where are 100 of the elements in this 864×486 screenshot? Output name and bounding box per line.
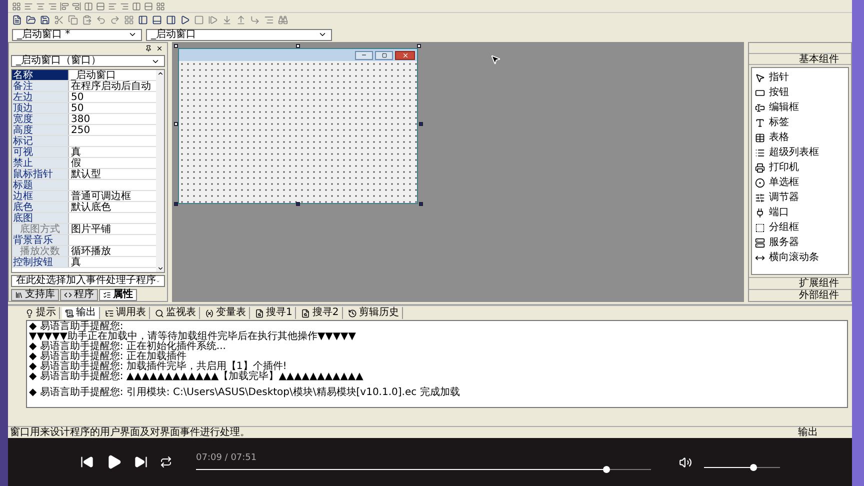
- component-item[interactable]: 分组框: [752, 220, 848, 235]
- toolbar-icon[interactable]: [138, 15, 148, 25]
- resize-handle[interactable]: [417, 44, 421, 48]
- output-tab[interactable]: 输出: [62, 307, 100, 319]
- output-tab[interactable]: 调用表: [102, 307, 150, 319]
- property-name[interactable]: 左边: [12, 92, 68, 102]
- output-tab[interactable]: 提示: [22, 307, 60, 319]
- tab-icon: [301, 308, 310, 318]
- toolbar-icon[interactable]: [12, 15, 22, 25]
- resize-handle[interactable]: [296, 44, 300, 48]
- tab-icon: [155, 308, 164, 318]
- property-name[interactable]: 底图方式: [12, 224, 68, 234]
- component-icon: [755, 222, 765, 232]
- resize-handle[interactable]: [296, 202, 300, 206]
- panel-tab[interactable]: 程序: [60, 289, 98, 301]
- dropdown[interactable]: _启动窗口: [146, 28, 332, 40]
- property-name[interactable]: 标记: [12, 136, 68, 146]
- component-item[interactable]: 单选框: [752, 175, 848, 190]
- component-item[interactable]: 标签: [752, 115, 848, 130]
- component-item[interactable]: 按钮: [752, 85, 848, 100]
- property-name[interactable]: 底图: [12, 213, 68, 223]
- output-tab[interactable]: 搜寻1: [252, 307, 296, 319]
- output-line: ◆ 易语言助手提醒您: ▲▲▲▲▲▲▲▲▲▲▲▲【加载完毕】▲▲▲▲▲▲▲▲▲▲▲: [29, 372, 364, 382]
- pin-icon[interactable]: [145, 44, 152, 52]
- previous-icon[interactable]: [80, 455, 94, 469]
- tab-icon: [103, 291, 111, 299]
- component-icon: [755, 208, 765, 218]
- next-icon[interactable]: [134, 455, 148, 469]
- component-item[interactable]: 横向滚动条: [752, 250, 848, 265]
- property-name[interactable]: 底色: [12, 202, 68, 212]
- output-tab[interactable]: 监视表: [152, 307, 200, 319]
- section-header[interactable]: 外部组件: [749, 289, 851, 301]
- toolbar-icon[interactable]: [40, 15, 50, 25]
- component-item[interactable]: 端口: [752, 205, 848, 220]
- component-icon: [755, 162, 765, 172]
- component-item[interactable]: 打印机: [752, 160, 848, 175]
- component-icon: [755, 132, 765, 142]
- time-label: 07:09 / 07:51: [196, 454, 258, 463]
- component-item[interactable]: 编辑框: [752, 100, 848, 115]
- progress-thumb[interactable]: [602, 466, 610, 473]
- component-icon: [755, 238, 765, 248]
- loop-icon[interactable]: [160, 456, 172, 468]
- resize-handle[interactable]: [174, 202, 178, 206]
- volume-thumb[interactable]: [750, 464, 757, 470]
- tab-icon: [105, 308, 114, 318]
- status-output-label[interactable]: 输出: [798, 428, 850, 438]
- dropdown[interactable]: _启动窗口（窗口）: [11, 55, 165, 67]
- property-name[interactable]: 备注: [12, 81, 68, 91]
- property-name[interactable]: 鼠标指针: [12, 169, 68, 179]
- component-item[interactable]: 调节器: [752, 190, 848, 205]
- property-name[interactable]: 名称: [12, 70, 68, 80]
- toolbar-icon[interactable]: [152, 15, 162, 25]
- close-button[interactable]: [395, 50, 415, 60]
- output-tab[interactable]: 剪辑历史: [344, 307, 403, 319]
- output-tab[interactable]: 搜寻2: [298, 307, 343, 319]
- component-icon: [755, 192, 765, 202]
- component-icon: [755, 178, 765, 188]
- close-icon[interactable]: [156, 44, 163, 52]
- minimize-button[interactable]: [355, 50, 373, 60]
- play-icon[interactable]: [106, 454, 122, 470]
- property-name[interactable]: 播放次数: [12, 246, 68, 256]
- mouse-cursor-icon: [490, 54, 501, 65]
- toolbar-icon[interactable]: [26, 15, 36, 25]
- resize-handle[interactable]: [174, 122, 178, 126]
- property-name[interactable]: 禁止: [12, 158, 68, 168]
- minimize-icon: [361, 52, 367, 58]
- maximize-button[interactable]: [375, 50, 393, 60]
- component-item[interactable]: 指针: [752, 70, 848, 85]
- tab-icon: [348, 308, 357, 318]
- panel-tab[interactable]: 支持库: [11, 289, 59, 301]
- dropdown[interactable]: 在此处选择加入事件处理子程序: [11, 275, 165, 287]
- property-name[interactable]: 可视: [12, 147, 68, 157]
- scroll-up-icon[interactable]: [156, 70, 164, 77]
- volume-icon[interactable]: [679, 456, 692, 468]
- output-tab[interactable]: 变量表: [202, 307, 250, 319]
- tab-icon: [255, 308, 264, 318]
- scrollbar[interactable]: [156, 70, 164, 272]
- property-name[interactable]: 背景音乐: [12, 235, 68, 245]
- output-line: ◆ 易语言助手提醒您: 引用模块: C:\Users\ASUS\Desktop\模块\精易模块[v10.1.0].ec 完成加载: [29, 388, 461, 398]
- resize-handle[interactable]: [419, 122, 423, 126]
- property-name[interactable]: 高度: [12, 125, 68, 135]
- close-icon: [402, 52, 408, 58]
- property-name[interactable]: 边框: [12, 191, 68, 201]
- section-header[interactable]: 扩展组件: [749, 277, 851, 289]
- tab-icon: [64, 291, 72, 299]
- resize-handle[interactable]: [419, 202, 423, 206]
- component-item[interactable]: 超级列表框: [752, 145, 848, 160]
- section-header[interactable]: 基本组件: [749, 53, 851, 65]
- property-name[interactable]: 宽度: [12, 114, 68, 124]
- scroll-down-icon[interactable]: [156, 265, 164, 272]
- toolbar-icon[interactable]: [166, 15, 176, 25]
- panel-tab[interactable]: 属性: [99, 289, 137, 301]
- property-name[interactable]: 顶边: [12, 103, 68, 113]
- component-item[interactable]: 表格: [752, 130, 848, 145]
- output-line: ▼▼▼▼▼助手正在加载中，请等待加载组件完毕后在执行其他操作▼▼▼▼▼: [29, 332, 357, 342]
- component-item[interactable]: 服务器: [752, 235, 848, 250]
- property-name[interactable]: 标题: [12, 180, 68, 190]
- property-name[interactable]: 控制按钮: [12, 257, 68, 267]
- dropdown[interactable]: _启动窗口 *: [12, 28, 142, 40]
- resize-handle[interactable]: [174, 44, 178, 48]
